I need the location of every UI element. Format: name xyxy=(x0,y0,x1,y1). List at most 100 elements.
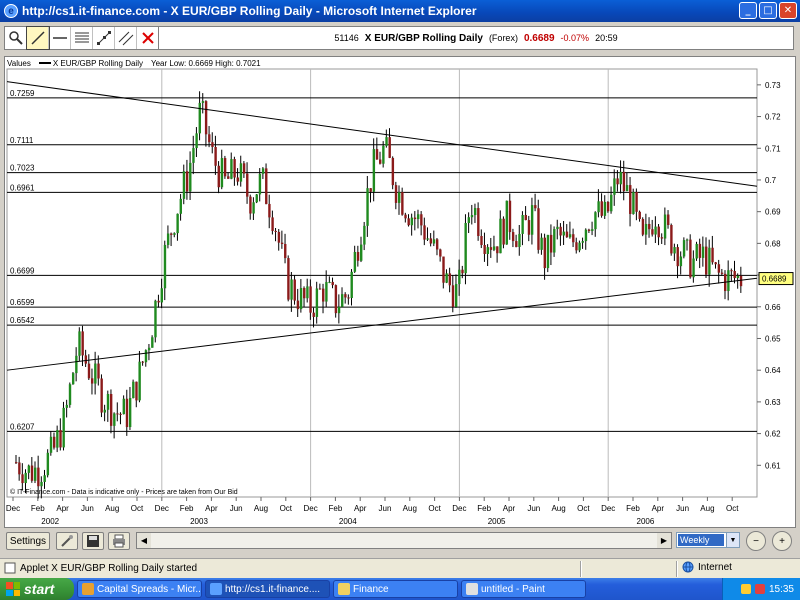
close-button[interactable]: ✕ xyxy=(779,2,797,19)
candle-body xyxy=(511,232,515,242)
candle-body xyxy=(632,192,635,214)
quote-change: -0.07% xyxy=(560,33,590,43)
candle-body xyxy=(265,168,268,204)
candle-body xyxy=(138,361,141,401)
line-tool[interactable] xyxy=(26,26,50,50)
horizontal-line-tool[interactable] xyxy=(49,27,71,49)
candle-body xyxy=(189,162,192,192)
candle-body xyxy=(423,225,426,240)
candle-body xyxy=(379,159,382,164)
task-button[interactable]: http://cs1.it-finance.... xyxy=(205,580,330,598)
taskbar: start Capital Spreads - Micr... http://c… xyxy=(0,578,800,600)
y-tick-label: 0.61 xyxy=(765,461,781,470)
y-tick-label: 0.73 xyxy=(765,81,781,90)
chart-scrollbar[interactable]: ◀ ▶ xyxy=(136,532,672,549)
candle-body xyxy=(166,233,170,245)
candle-body xyxy=(331,281,334,286)
period-value: Weekly xyxy=(678,534,724,546)
candle-body xyxy=(113,413,116,426)
dropdown-arrow-icon[interactable]: ▼ xyxy=(726,533,739,547)
candle-body xyxy=(657,226,660,238)
maximize-button[interactable]: □ xyxy=(759,2,777,19)
candle-body xyxy=(350,271,353,299)
zoom-tool[interactable] xyxy=(5,27,27,49)
x-tick-label: Oct xyxy=(577,504,590,513)
task-button[interactable]: Finance xyxy=(333,580,458,598)
candle-body xyxy=(223,158,227,177)
y-tick-label: 0.72 xyxy=(765,113,781,122)
parallel-lines-icon xyxy=(118,31,133,46)
period-select[interactable]: Weekly ▼ xyxy=(676,532,740,548)
candle-body xyxy=(287,258,290,300)
zoom-out-button[interactable]: − xyxy=(746,531,766,551)
candle-body xyxy=(100,378,103,413)
chart-area[interactable]: Dec Feb Apr Jun Aug Oct Dec Feb Apr Jun Aug Oct Dec F… xyxy=(4,56,796,528)
app-icon xyxy=(210,583,222,595)
horizontal-level-label: 0.6542 xyxy=(10,316,35,325)
candle-body xyxy=(369,188,372,192)
candle-body xyxy=(480,235,483,246)
minimize-button[interactable]: _ xyxy=(739,2,757,19)
x-tick-label: Dec xyxy=(601,504,615,513)
paint-icon xyxy=(466,583,478,595)
candle-body xyxy=(714,262,717,265)
candle-body xyxy=(568,234,572,238)
folder-icon xyxy=(338,583,350,595)
candle-body xyxy=(296,300,300,310)
candle-body xyxy=(344,294,347,298)
scroll-left-arrow-icon[interactable]: ◀ xyxy=(137,533,151,548)
candle-body xyxy=(268,203,271,218)
candle-body xyxy=(182,171,186,199)
zoom-in-button[interactable]: + xyxy=(772,531,792,551)
price-chart[interactable]: Dec Feb Apr Jun Aug Oct Dec Feb Apr Jun Aug Oct Dec F… xyxy=(5,57,795,527)
candle-body xyxy=(201,101,205,103)
windows-flag-icon xyxy=(6,582,20,596)
candle-body xyxy=(65,404,69,408)
delete-tool[interactable] xyxy=(137,27,159,49)
x-tick-label: Jun xyxy=(230,504,243,513)
candle-body xyxy=(686,239,689,241)
x-tick-label: Aug xyxy=(254,504,268,513)
start-button[interactable]: start xyxy=(0,578,74,600)
candle-body xyxy=(94,363,97,384)
candle-body xyxy=(391,157,395,186)
candle-body xyxy=(154,300,157,338)
candle-body xyxy=(629,185,632,214)
task-button[interactable]: untitled - Paint xyxy=(461,580,586,598)
print-button[interactable] xyxy=(108,532,130,550)
candle-body xyxy=(556,226,559,230)
save-button[interactable] xyxy=(82,532,104,550)
task-list: Capital Spreads - Micr... http://cs1.it-… xyxy=(74,580,586,598)
x-tick-label: Aug xyxy=(551,504,565,513)
candle-body xyxy=(293,279,296,301)
candle-body xyxy=(489,247,493,250)
candle-body xyxy=(701,246,705,258)
candle-body xyxy=(160,288,163,303)
x-tick-label: Dec xyxy=(303,504,317,513)
horizontal-level-label: 0.7111 xyxy=(10,136,34,145)
candle-body xyxy=(21,474,24,484)
candle-body xyxy=(518,233,521,247)
fibonacci-tool[interactable] xyxy=(71,27,93,49)
y-tick-label: 0.64 xyxy=(765,366,781,375)
candle-body xyxy=(458,269,461,285)
scroll-right-arrow-icon[interactable]: ▶ xyxy=(657,533,671,548)
settings-button[interactable]: Settings xyxy=(6,532,50,550)
candle-body xyxy=(363,225,366,245)
candle-body xyxy=(360,244,363,261)
channel-tool[interactable] xyxy=(115,27,137,49)
points-tool[interactable] xyxy=(93,27,115,49)
candle-body xyxy=(562,231,565,236)
task-button[interactable]: Capital Spreads - Micr... xyxy=(77,580,202,598)
candle-body xyxy=(204,101,208,135)
tray-icon[interactable] xyxy=(754,584,765,594)
draw-button[interactable] xyxy=(56,532,78,550)
candle-body xyxy=(122,398,126,415)
candle-body xyxy=(280,242,284,244)
horizontal-level-label: 0.7023 xyxy=(10,164,35,173)
candle-body xyxy=(413,217,417,220)
candle-body xyxy=(638,211,641,219)
quote-display: 51146 X EUR/GBP Rolling Daily (Forex) 0.… xyxy=(158,26,794,50)
tray-icon[interactable] xyxy=(740,584,751,594)
candle-body xyxy=(366,188,369,226)
